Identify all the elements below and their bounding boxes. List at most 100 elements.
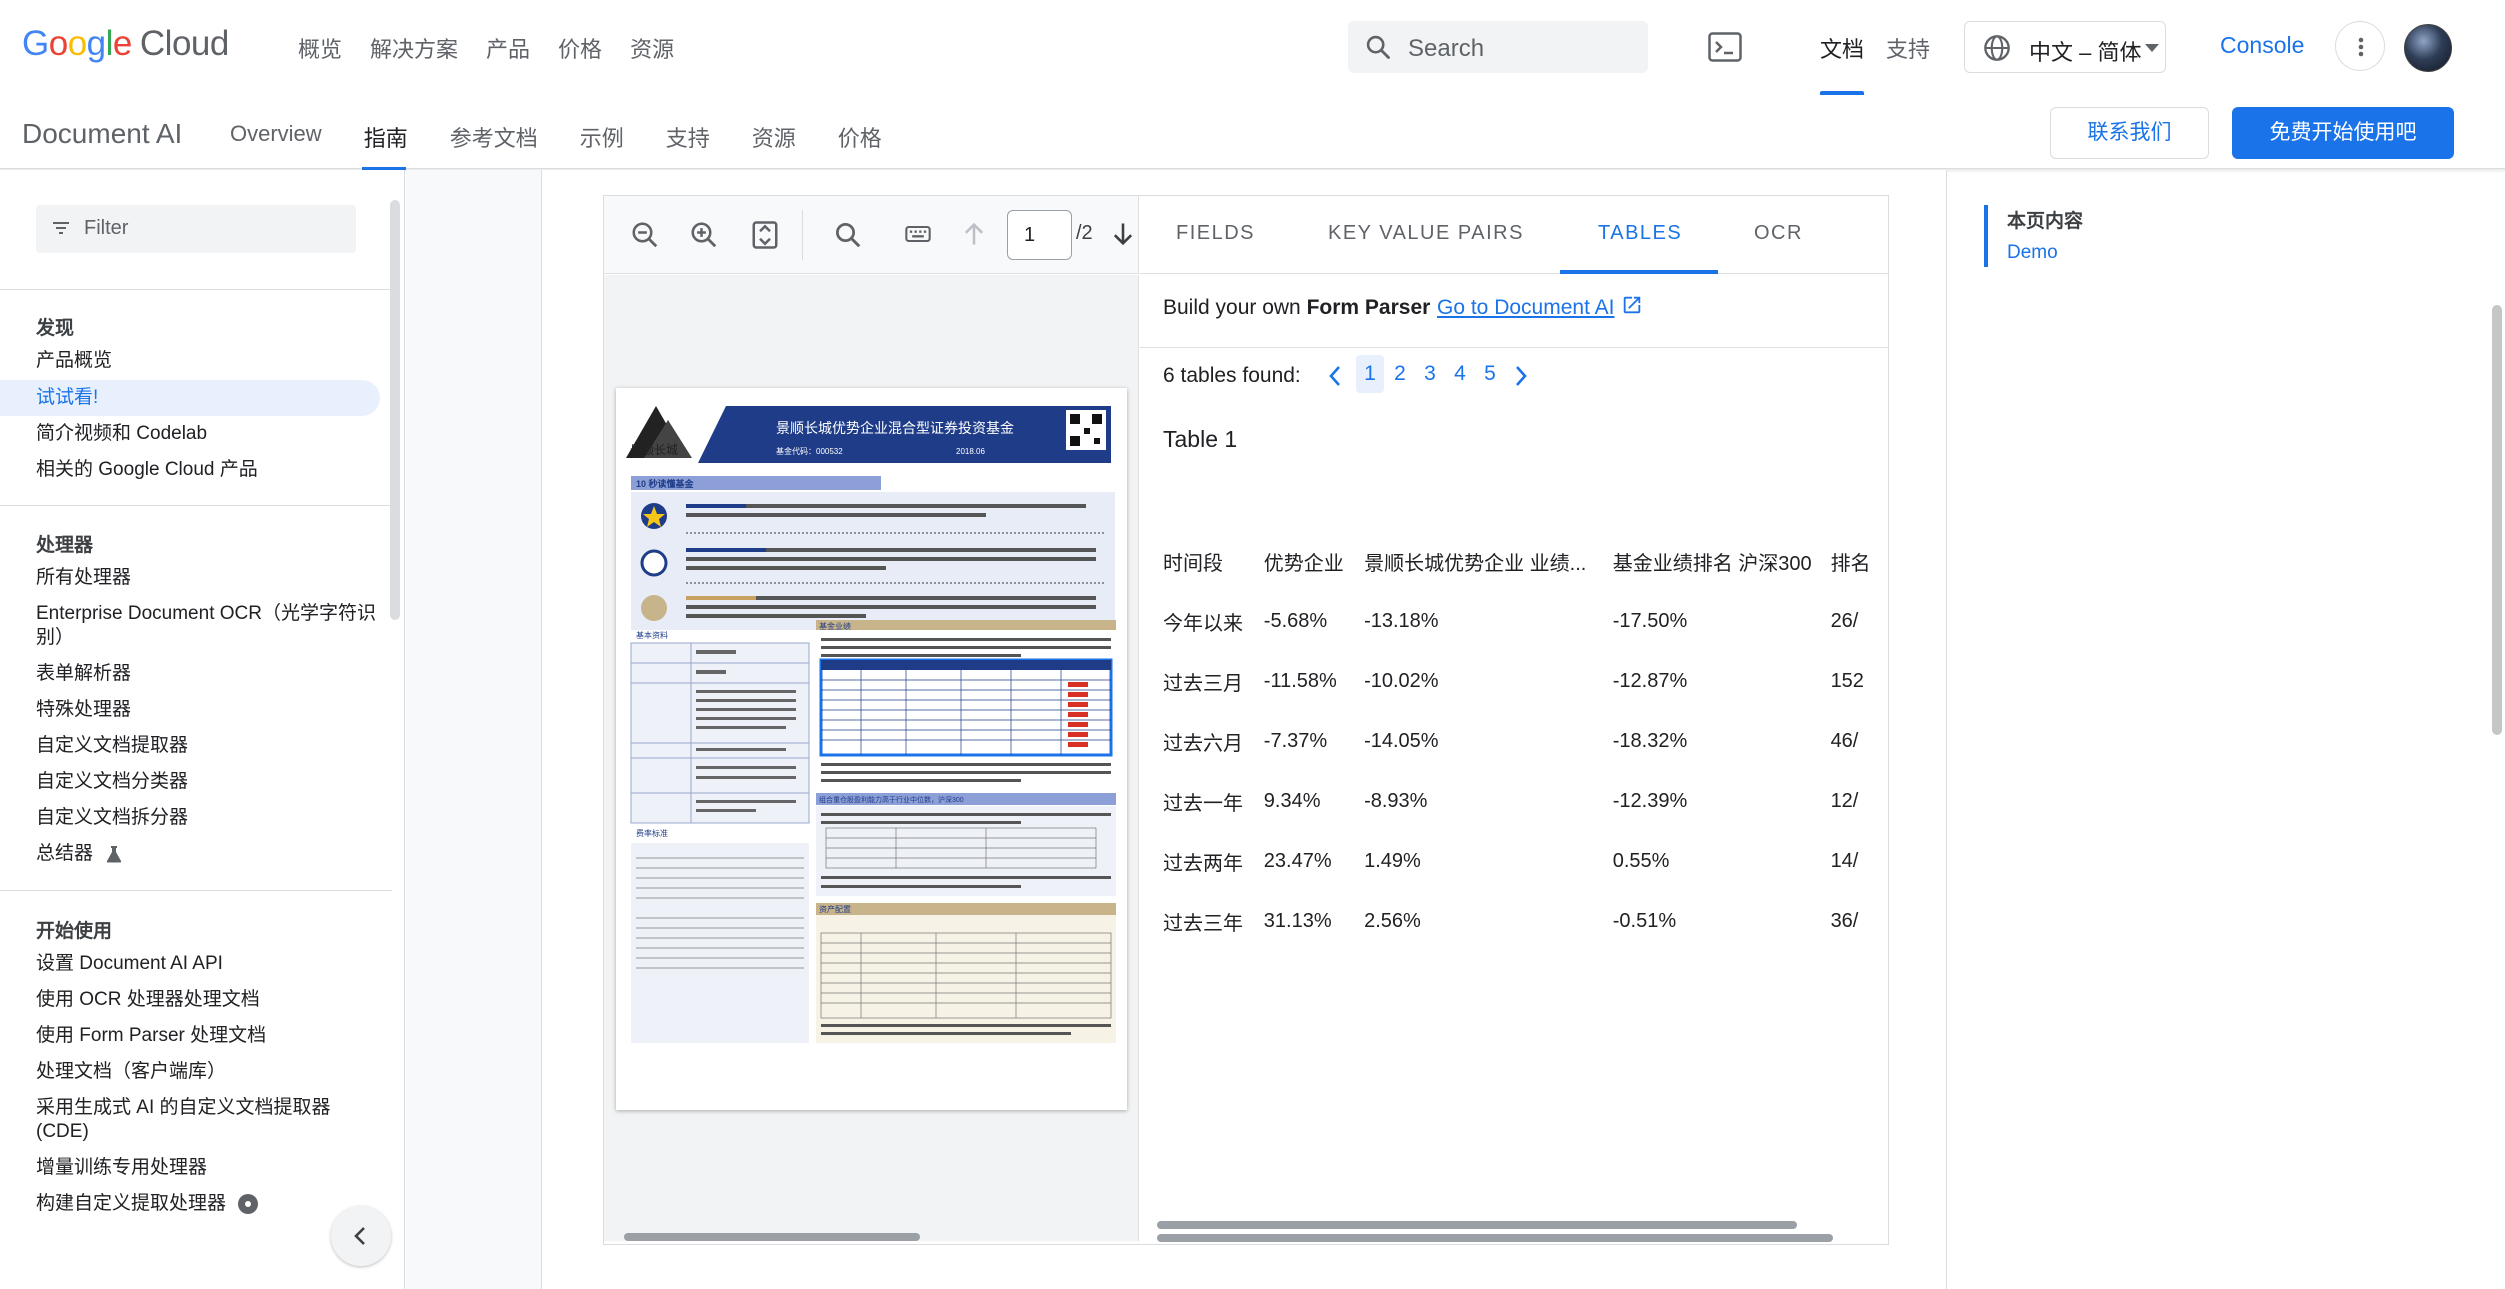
- search-document-icon[interactable]: [833, 220, 863, 250]
- info-badge-icon: [237, 1193, 259, 1215]
- prodnav-guides[interactable]: 指南: [364, 121, 408, 153]
- sidebar-item-cde[interactable]: 采用生成式 AI 的自定义文档提取器 (CDE): [36, 1096, 376, 1144]
- docs-tab[interactable]: 文档: [1820, 32, 1864, 64]
- beta-flask-icon: [104, 844, 124, 864]
- table-cell: 36/: [1830, 909, 1859, 932]
- more-options-button[interactable]: [2335, 21, 2385, 71]
- sidebar-scrollbar[interactable]: [390, 200, 400, 620]
- prodnav-reference[interactable]: 参考文档: [450, 121, 538, 153]
- sidebar-item-intro-videos[interactable]: 简介视频和 Codelab: [36, 422, 376, 446]
- table-page-2[interactable]: 2: [1386, 362, 1414, 386]
- keyboard-icon[interactable]: [904, 220, 932, 248]
- sidebar-item-related-products[interactable]: 相关的 Google Cloud 产品: [36, 458, 376, 482]
- table-cell: 过去一年: [1163, 792, 1243, 815]
- support-tab[interactable]: 支持: [1886, 32, 1930, 64]
- table-horizontal-scrollbar[interactable]: [1157, 1234, 1833, 1242]
- topnav-overview[interactable]: 概览: [298, 32, 342, 64]
- sidebar-item-uptraining[interactable]: 增量训练专用处理器: [36, 1156, 376, 1180]
- zoom-out-icon[interactable]: [630, 220, 660, 250]
- zoom-in-icon[interactable]: [689, 220, 719, 250]
- sidebar-item-custom-extraction-label: 构建自定义提取处理器: [36, 1193, 227, 1214]
- sidebar-item-form-parser-quickstart[interactable]: 使用 Form Parser 处理文档: [36, 1024, 376, 1048]
- table-header-row: 时间段 优势企业 景顺长城优势企业 业绩... 基金业绩排名 沪深300 排名: [1163, 531, 1888, 591]
- top-navigation-bar: Google Cloud 概览 解决方案 产品 价格 资源 Search 文档 支…: [0, 0, 2505, 95]
- language-label: 中文 – 简体: [2029, 40, 2142, 65]
- table-horizontal-scrollbar-inner[interactable]: [1157, 1221, 1797, 1229]
- sidebar-heading-get-started: 开始使用: [36, 921, 113, 942]
- topnav-products[interactable]: 产品: [486, 32, 530, 64]
- table-row: 过去六月 -7.37% -14.05% -18.32% 46/: [1163, 711, 1888, 771]
- google-cloud-logo[interactable]: Google Cloud: [22, 24, 229, 64]
- sidebar-item-product-overview[interactable]: 产品概览: [36, 349, 376, 373]
- prodnav-support[interactable]: 支持: [666, 121, 710, 153]
- caret-down-icon: [2145, 44, 2159, 52]
- table-header-cell: 优势企业: [1263, 552, 1344, 575]
- document-viewer[interactable]: 景顺长城 景顺长城优势企业混合型证券投资基金 基金代码：000532 2018.…: [604, 275, 1139, 1241]
- previous-page-icon[interactable]: [960, 220, 988, 248]
- fit-page-icon[interactable]: [750, 220, 780, 250]
- sidebar-item-specialized-processors[interactable]: 特殊处理器: [36, 698, 376, 722]
- collapse-sidebar-button[interactable]: [331, 1206, 391, 1266]
- sidebar-item-client-libraries[interactable]: 处理文档（客户端库）: [36, 1060, 376, 1084]
- page-scrollbar[interactable]: [2492, 305, 2502, 735]
- topnav-resources[interactable]: 资源: [630, 32, 674, 64]
- sidebar-item-custom-extractor[interactable]: 自定义文档提取器: [36, 734, 376, 758]
- doc-section-allocation: 资产配置: [819, 904, 851, 914]
- topnav-pricing[interactable]: 价格: [558, 32, 602, 64]
- tab-fields[interactable]: FIELDS: [1176, 222, 1255, 245]
- sidebar-item-custom-splitter[interactable]: 自定义文档拆分器: [36, 806, 376, 830]
- sidebar-item-try-it[interactable]: 试试看!: [36, 386, 376, 410]
- go-to-document-ai-link[interactable]: Go to Document AI: [1437, 296, 1614, 320]
- external-link-icon[interactable]: [1621, 294, 1643, 316]
- cloud-shell-icon[interactable]: [1708, 32, 1742, 62]
- start-free-button[interactable]: 免费开始使用吧: [2232, 107, 2454, 159]
- next-table-icon[interactable]: [1512, 364, 1530, 388]
- sidebar-item-setup-api[interactable]: 设置 Document AI API: [36, 952, 376, 976]
- table-page-1[interactable]: 1: [1356, 355, 1384, 393]
- tab-ocr[interactable]: OCR: [1754, 222, 1803, 245]
- table-cell: 今年以来: [1163, 612, 1243, 635]
- table-cell: 9.34%: [1263, 789, 1321, 812]
- prodnav-pricing[interactable]: 价格: [838, 121, 882, 153]
- prodnav-overview[interactable]: Overview: [230, 121, 322, 153]
- table-cell: 46/: [1830, 729, 1859, 752]
- sidebar-divider: [0, 890, 392, 891]
- prev-table-icon[interactable]: [1326, 364, 1344, 388]
- console-link[interactable]: Console: [2220, 32, 2304, 59]
- sidebar-item-all-processors[interactable]: 所有处理器: [36, 566, 376, 590]
- doc-company-logo-text: 景顺长城: [630, 443, 678, 457]
- page-number-input[interactable]: 1: [1007, 210, 1072, 260]
- language-selector[interactable]: 中文 – 简体: [1964, 21, 2166, 73]
- table-page-5[interactable]: 5: [1476, 362, 1504, 386]
- topnav-solutions[interactable]: 解决方案: [370, 32, 458, 64]
- sidebar-item-enterprise-ocr[interactable]: Enterprise Document OCR（光学字符识别）: [36, 602, 376, 650]
- extracted-table: 时间段 优势企业 景顺长城优势企业 业绩... 基金业绩排名 沪深300 排名 …: [1163, 531, 1888, 1001]
- table-title: Table 1: [1163, 426, 1238, 452]
- tab-key-value-pairs[interactable]: KEY VALUE PAIRS: [1328, 222, 1524, 245]
- table-page-3[interactable]: 3: [1416, 362, 1444, 386]
- toc-heading: 本页内容: [2007, 211, 2084, 232]
- account-avatar[interactable]: [2404, 24, 2452, 72]
- tab-tables[interactable]: TABLES: [1598, 222, 1682, 245]
- product-name[interactable]: Document AI: [22, 118, 182, 150]
- sidebar-item-form-parser[interactable]: 表单解析器: [36, 662, 376, 686]
- sidebar-item-custom-extraction[interactable]: 构建自定义提取处理器: [36, 1192, 259, 1216]
- prodnav-resources[interactable]: 资源: [752, 121, 796, 153]
- filter-icon: [52, 221, 70, 235]
- sidebar-filter-input[interactable]: Filter: [36, 205, 356, 253]
- viewer-horizontal-scrollbar[interactable]: [624, 1233, 920, 1241]
- sidebar-item-ocr-quickstart[interactable]: 使用 OCR 处理器处理文档: [36, 988, 376, 1012]
- next-page-icon[interactable]: [1109, 220, 1137, 248]
- prodnav-samples[interactable]: 示例: [580, 121, 624, 153]
- sidebar-heading-processors: 处理器: [36, 535, 94, 556]
- table-header-cell: 排名: [1830, 552, 1871, 575]
- sidebar-item-custom-classifier[interactable]: 自定义文档分类器: [36, 770, 376, 794]
- contact-us-button[interactable]: 联系我们: [2050, 107, 2209, 159]
- globe-icon: [1983, 34, 2011, 62]
- viewer-toolbar: 1 /2: [604, 196, 1139, 274]
- toc-item-demo[interactable]: Demo: [2007, 242, 2058, 264]
- sidebar-item-summarizer[interactable]: 总结器: [36, 842, 124, 866]
- tabs-active-underline: [1560, 270, 1718, 274]
- table-page-4[interactable]: 4: [1446, 362, 1474, 386]
- search-input[interactable]: Search: [1348, 21, 1648, 73]
